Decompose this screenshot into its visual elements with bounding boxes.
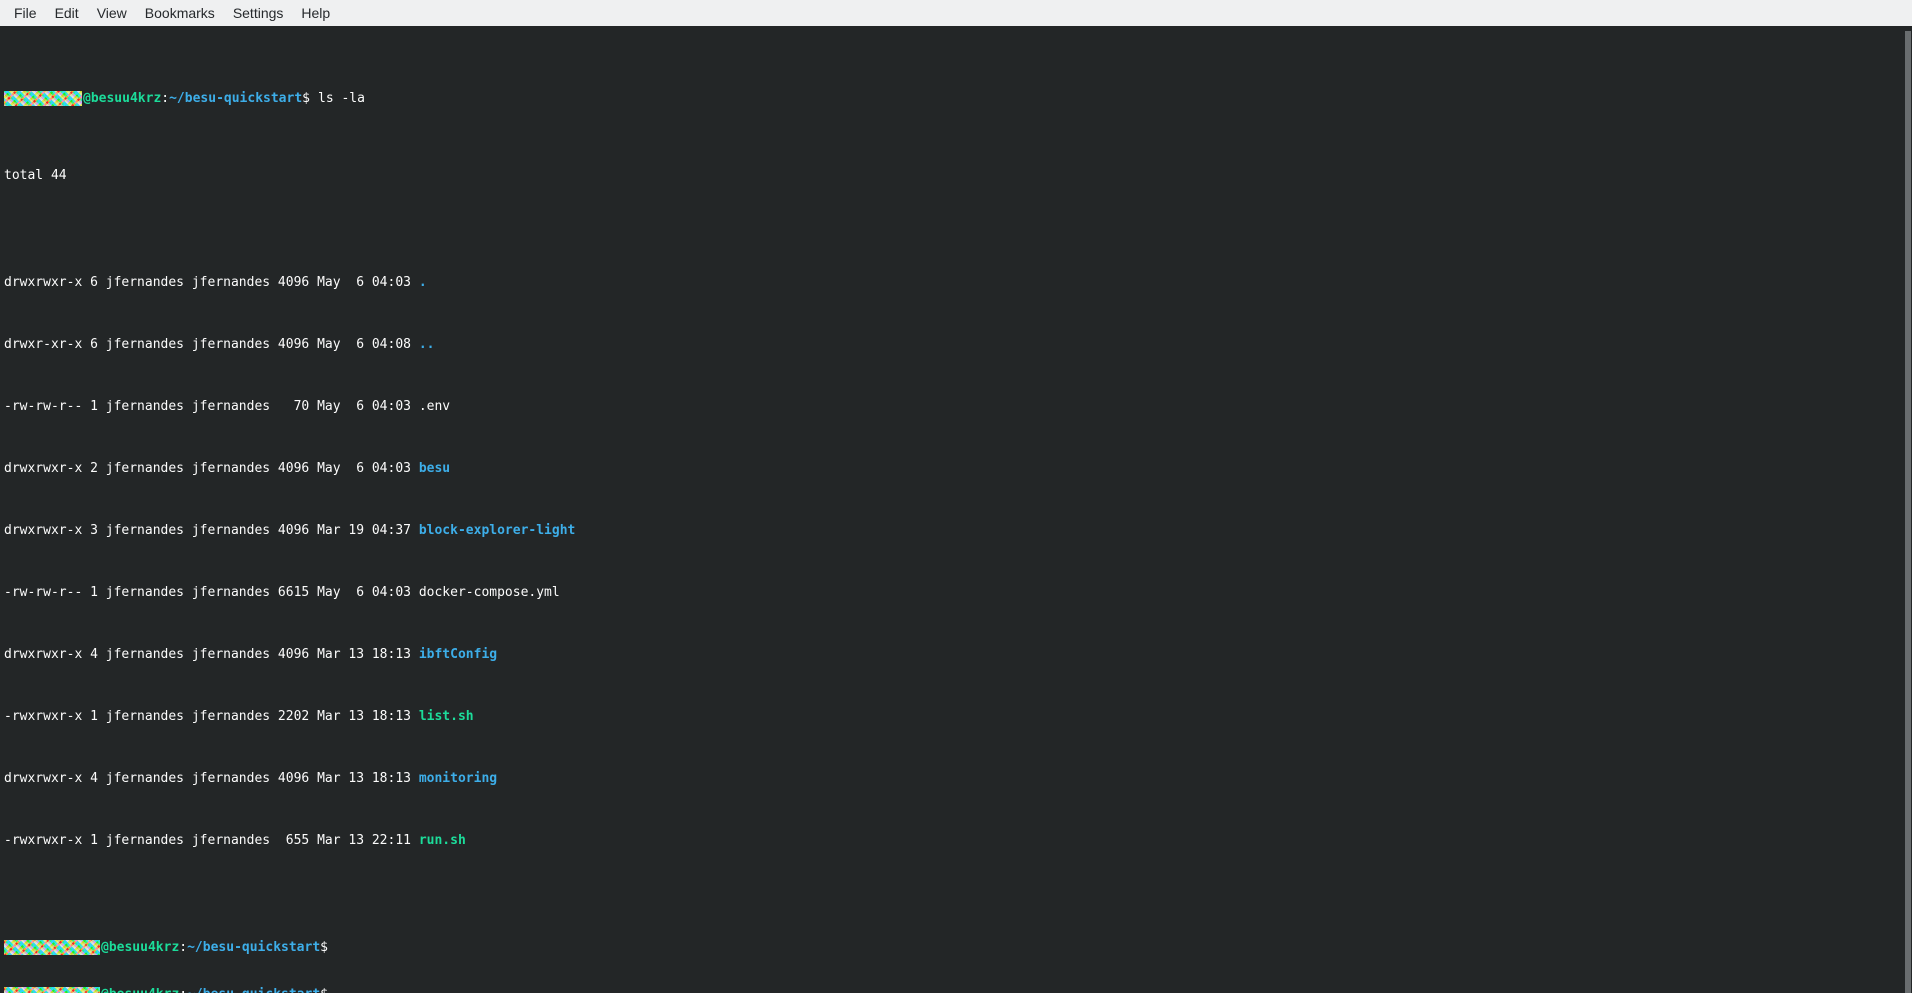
ls-row-details: -rw-rw-r-- 1 jfernandes jfernandes 70 Ma…: [4, 399, 419, 414]
menu-bar: File Edit View Bookmarks Settings Help: [0, 0, 1912, 26]
ls-row-filename: docker-compose.yml: [419, 585, 560, 600]
ls-row: drwxrwxr-x 2 jfernandes jfernandes 4096 …: [4, 460, 1912, 477]
terminal-prompt-line: @besuu4krz:~/besu-quickstart$: [4, 939, 1912, 956]
ls-row-filename: list.sh: [419, 709, 474, 724]
prompt-host: @besuu4krz: [83, 91, 161, 106]
ls-row-details: drwxrwxr-x 4 jfernandes jfernandes 4096 …: [4, 647, 419, 662]
ls-total-line: total 44: [4, 167, 1912, 184]
ls-row-details: drwxrwxr-x 2 jfernandes jfernandes 4096 …: [4, 461, 419, 476]
terminal-scrollbar[interactable]: [1904, 26, 1912, 993]
prompt-path: ~/besu-quickstart: [187, 987, 320, 993]
terminal-prompt-line: @besuu4krz:~/besu-quickstart$ls -la: [4, 90, 1912, 107]
redacted-username: [4, 987, 100, 993]
prompt-colon: :: [179, 940, 187, 955]
ls-row-filename: block-explorer-light: [419, 523, 576, 538]
ls-row: drwxrwxr-x 6 jfernandes jfernandes 4096 …: [4, 274, 1912, 291]
ls-row: drwxrwxr-x 4 jfernandes jfernandes 4096 …: [4, 770, 1912, 787]
ls-row: drwxrwxr-x 3 jfernandes jfernandes 4096 …: [4, 522, 1912, 539]
ls-row: drwxr-xr-x 6 jfernandes jfernandes 4096 …: [4, 336, 1912, 353]
ls-row-details: -rwxrwxr-x 1 jfernandes jfernandes 2202 …: [4, 709, 419, 724]
ls-row-details: drwxrwxr-x 6 jfernandes jfernandes 4096 …: [4, 275, 419, 290]
ls-row: -rw-rw-r-- 1 jfernandes jfernandes 6615 …: [4, 584, 1912, 601]
ls-row-details: -rw-rw-r-- 1 jfernandes jfernandes 6615 …: [4, 585, 419, 600]
redacted-username: [4, 940, 100, 955]
prompt-colon: :: [161, 91, 169, 106]
ls-row-details: drwxrwxr-x 3 jfernandes jfernandes 4096 …: [4, 523, 419, 538]
ls-row-filename: .: [419, 275, 427, 290]
prompt-path: ~/besu-quickstart: [169, 91, 302, 106]
ls-row-filename: ..: [419, 337, 435, 352]
scrollbar-thumb[interactable]: [1905, 31, 1911, 993]
menu-item[interactable]: Bookmarks: [136, 0, 224, 26]
redacted-username: [4, 91, 82, 106]
menu-item[interactable]: Settings: [224, 0, 293, 26]
ls-row: -rwxrwxr-x 1 jfernandes jfernandes 2202 …: [4, 708, 1912, 725]
menu-item[interactable]: Help: [292, 0, 339, 26]
prompt-host: @besuu4krz: [101, 987, 179, 993]
menu-item[interactable]: Edit: [46, 0, 88, 26]
prompt-colon: :: [179, 987, 187, 993]
ls-row-filename: ibftConfig: [419, 647, 497, 662]
ls-row-filename: run.sh: [419, 833, 466, 848]
prompt-dollar: $: [302, 91, 310, 106]
ls-row-filename: besu: [419, 461, 450, 476]
menu-item[interactable]: View: [88, 0, 136, 26]
ls-output: drwxrwxr-x 6 jfernandes jfernandes 4096 …: [4, 214, 1912, 879]
ls-row: -rwxrwxr-x 1 jfernandes jfernandes 655 M…: [4, 832, 1912, 849]
ls-row-filename: .env: [419, 399, 450, 414]
prompt-dollar: $: [320, 987, 328, 993]
ls-row-details: drwxr-xr-x 6 jfernandes jfernandes 4096 …: [4, 337, 419, 352]
command-ls: ls -la: [310, 91, 365, 106]
ls-row-details: drwxrwxr-x 4 jfernandes jfernandes 4096 …: [4, 771, 419, 786]
prompt-path: ~/besu-quickstart: [187, 940, 320, 955]
ls-row-details: -rwxrwxr-x 1 jfernandes jfernandes 655 M…: [4, 833, 419, 848]
prompt-host: @besuu4krz: [101, 940, 179, 955]
prompt-dollar: $: [320, 940, 328, 955]
ls-row: drwxrwxr-x 4 jfernandes jfernandes 4096 …: [4, 646, 1912, 663]
konsole-window: File Edit View Bookmarks Settings Help @…: [0, 0, 1912, 993]
ls-row: -rw-rw-r-- 1 jfernandes jfernandes 70 Ma…: [4, 398, 1912, 415]
ls-row-filename: monitoring: [419, 771, 497, 786]
menu-item[interactable]: File: [5, 0, 46, 26]
terminal-prompt-line: @besuu4krz:~/besu-quickstart$: [4, 986, 1912, 993]
terminal-viewport[interactable]: @besuu4krz:~/besu-quickstart$ls -la tota…: [0, 26, 1912, 993]
